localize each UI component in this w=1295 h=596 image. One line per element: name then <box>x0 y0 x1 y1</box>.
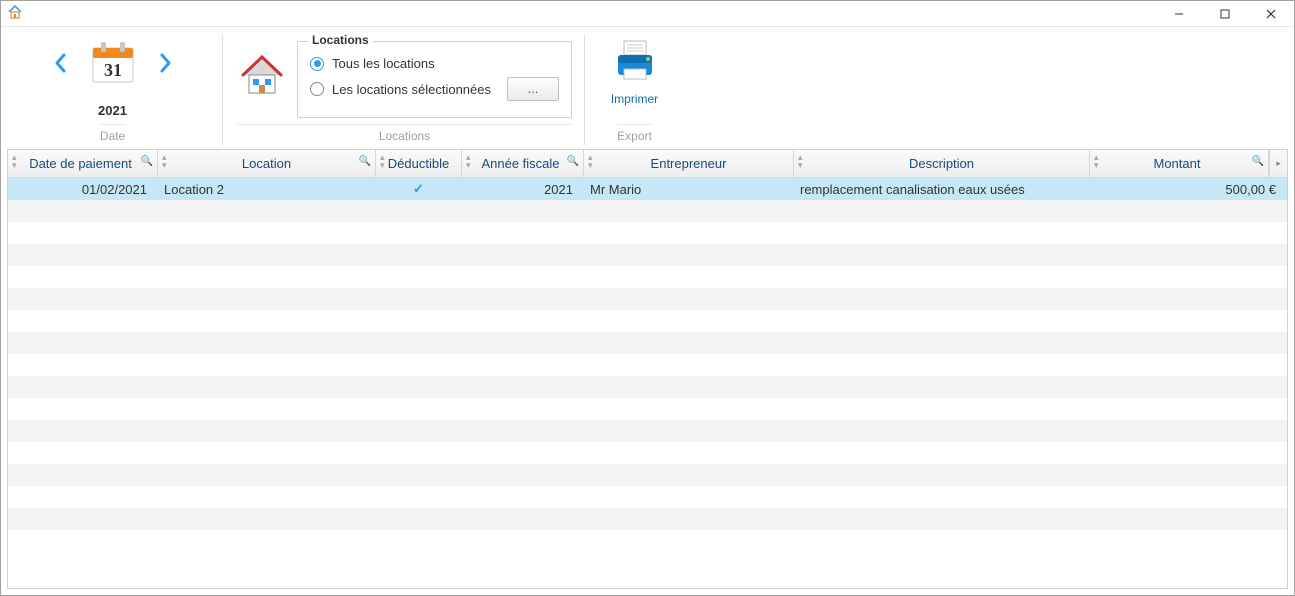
next-year-button[interactable] <box>153 42 177 84</box>
cell-amount: 500,00 € <box>1090 182 1287 197</box>
table-row[interactable] <box>8 508 1287 530</box>
check-icon: ✓ <box>413 181 424 196</box>
toolbar-group-locations: Locations Tous les locations Les locatio… <box>225 35 585 145</box>
col-header-location[interactable]: ▴▾Location🔍 <box>158 150 376 177</box>
cell-deductible: ✓ <box>376 181 462 197</box>
table-row[interactable]: 01/02/2021Location 2 ✓ 2021Mr Marioremplac… <box>8 178 1287 200</box>
calendar-icon: 31 <box>87 36 139 91</box>
group-caption-export: Export <box>617 124 652 145</box>
table-row[interactable] <box>8 442 1287 464</box>
year-label: 2021 <box>98 103 127 118</box>
cell-date: 01/02/2021 <box>8 182 158 197</box>
app-window: 31 2021 Date <box>0 0 1295 596</box>
locations-legend: Locations <box>308 33 373 47</box>
table-row[interactable] <box>8 376 1287 398</box>
radio-icon <box>310 57 324 71</box>
group-caption-date: Date <box>100 124 125 145</box>
cell-fiscal: 2021 <box>462 182 584 197</box>
house-icon <box>237 49 287 102</box>
svg-text:31: 31 <box>104 60 122 80</box>
radio-selected-label: Les locations sélectionnées <box>332 82 491 97</box>
group-caption-locations: Locations <box>237 124 572 145</box>
table-row[interactable] <box>8 200 1287 222</box>
col-header-amount[interactable]: ▴▾Montant🔍 <box>1090 150 1269 177</box>
col-header-corner[interactable]: ▸ <box>1269 150 1287 177</box>
table-row[interactable] <box>8 464 1287 486</box>
prev-year-button[interactable] <box>49 42 73 84</box>
table-row[interactable] <box>8 486 1287 508</box>
cell-location: Location 2 <box>158 182 376 197</box>
cell-description: remplacement canalisation eaux usées <box>794 182 1090 197</box>
col-header-entrepreneur[interactable]: ▴▾Entrepreneur <box>584 150 794 177</box>
toolbar-group-date: 31 2021 Date <box>3 35 223 145</box>
table-row[interactable] <box>8 398 1287 420</box>
col-header-date[interactable]: ▴▾Date de paiement🔍 <box>8 150 158 177</box>
print-label: Imprimer <box>611 92 658 106</box>
table-row[interactable] <box>8 310 1287 332</box>
table-row[interactable] <box>8 530 1287 552</box>
col-header-deductible[interactable]: ▴▾Déductible <box>376 150 462 177</box>
printer-icon <box>610 35 660 88</box>
radio-icon <box>310 82 324 96</box>
table-row[interactable] <box>8 266 1287 288</box>
grid-header: ▴▾Date de paiement🔍 ▴▾Location🔍 ▴▾Déduct… <box>8 150 1287 178</box>
toolbar-group-export: Imprimer Export <box>587 35 682 145</box>
table-row[interactable] <box>8 332 1287 354</box>
toolbar: 31 2021 Date <box>1 27 1294 145</box>
grid-body[interactable]: 01/02/2021Location 2 ✓ 2021Mr Marioremplac… <box>8 178 1287 588</box>
table-row[interactable] <box>8 244 1287 266</box>
cell-entrepreneur: Mr Mario <box>584 182 794 197</box>
select-locations-button[interactable]: ... <box>507 77 559 101</box>
col-header-fiscal[interactable]: ▴▾Année fiscale🔍 <box>462 150 584 177</box>
table-row[interactable] <box>8 354 1287 376</box>
maximize-button[interactable] <box>1202 1 1248 27</box>
table-row[interactable] <box>8 288 1287 310</box>
radio-all-label: Tous les locations <box>332 56 435 71</box>
app-home-icon <box>7 4 23 23</box>
close-button[interactable] <box>1248 1 1294 27</box>
radio-selected-locations[interactable]: Les locations sélectionnées ... <box>310 77 559 101</box>
table-row[interactable] <box>8 420 1287 442</box>
print-button[interactable]: Imprimer <box>610 35 660 118</box>
radio-all-locations[interactable]: Tous les locations <box>310 56 559 71</box>
data-grid: ▴▾Date de paiement🔍 ▴▾Location🔍 ▴▾Déduct… <box>7 149 1288 589</box>
col-header-description[interactable]: ▴▾Description <box>794 150 1090 177</box>
minimize-button[interactable] <box>1156 1 1202 27</box>
table-row[interactable] <box>8 222 1287 244</box>
locations-fieldset: Locations Tous les locations Les locatio… <box>297 41 572 118</box>
titlebar <box>1 1 1294 27</box>
